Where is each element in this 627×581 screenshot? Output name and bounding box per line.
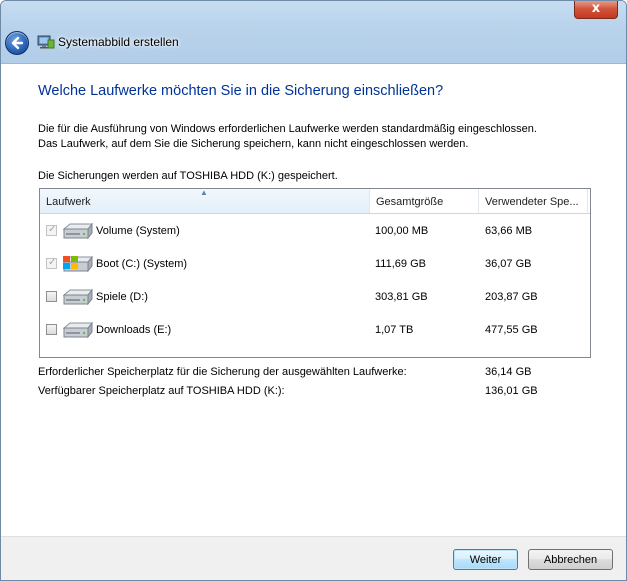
required-space-label: Erforderlicher Speicherplatz für die Sic… [38, 366, 407, 378]
required-space-value: 36,14 GB [485, 366, 532, 378]
save-location-info: Die Sicherungen werden auf TOSHIBA HDD (… [38, 170, 338, 182]
column-header-used-space[interactable]: Verwendeter Spe... [479, 189, 588, 213]
row-checkbox[interactable]: ✓ [46, 257, 57, 269]
cancel-button[interactable]: Abbrechen [528, 549, 613, 570]
table-row[interactable]: ✓ Volume (System) 100,00 MB 63,66 MB [40, 217, 590, 245]
checkmark-icon: ✓ [48, 257, 57, 268]
close-button[interactable]: x [574, 1, 618, 19]
list-header: Laufwerk ▲ Gesamtgröße Verwendeter Spe..… [40, 189, 590, 214]
next-button[interactable]: Weiter [453, 549, 518, 570]
drive-icon [62, 222, 94, 240]
drive-used-space: 36,07 GB [485, 258, 532, 270]
drive-list[interactable]: Laufwerk ▲ Gesamtgröße Verwendeter Spe..… [39, 188, 591, 358]
available-space-value: 136,01 GB [485, 385, 538, 397]
drive-name: Boot (C:) (System) [96, 258, 188, 270]
table-row[interactable]: Spiele (D:) 303,81 GB 203,87 GB [40, 283, 590, 311]
available-space-label: Verfügbarer Speicherplatz auf TOSHIBA HD… [38, 385, 285, 397]
checkmark-icon: ✓ [48, 224, 57, 235]
table-row[interactable]: Downloads (E:) 1,07 TB 477,55 GB [40, 316, 590, 344]
description: Die für die Ausführung von Windows erfor… [38, 122, 537, 152]
sort-ascending-icon: ▲ [200, 188, 208, 197]
button-bar: Weiter Abbrechen [1, 536, 626, 580]
drive-name: Volume (System) [96, 225, 180, 237]
drive-icon [62, 288, 94, 306]
windows-drive-icon [62, 255, 94, 273]
drive-used-space: 63,66 MB [485, 225, 533, 237]
drive-used-space: 477,55 GB [485, 324, 538, 336]
drive-name: Spiele (D:) [96, 291, 148, 303]
dialog-window: x Systemabbild erstellen Welche Laufwerk… [0, 0, 627, 581]
description-line-1: Die für die Ausführung von Windows erfor… [38, 123, 537, 135]
column-header-total-size[interactable]: Gesamtgröße [370, 189, 479, 213]
row-checkbox[interactable] [46, 324, 57, 335]
window-title: Systemabbild erstellen [58, 35, 179, 49]
drive-name: Downloads (E:) [96, 324, 172, 336]
description-line-2: Das Laufwerk, auf dem Sie die Sicherung … [38, 138, 469, 150]
page-heading: Welche Laufwerke möchten Sie in die Sich… [38, 83, 444, 99]
drive-total-size: 1,07 TB [375, 324, 414, 336]
drive-total-size: 303,81 GB [375, 291, 428, 303]
back-arrow-icon [11, 36, 24, 50]
back-button[interactable] [5, 31, 29, 55]
title-bar: x Systemabbild erstellen [1, 1, 626, 64]
backup-app-icon [37, 35, 55, 49]
drive-used-space: 203,87 GB [485, 291, 538, 303]
drive-icon [62, 321, 94, 339]
drive-total-size: 100,00 MB [375, 225, 429, 237]
row-checkbox[interactable]: ✓ [46, 224, 57, 236]
table-row[interactable]: ✓ Boot (C:) (System) 111,69 GB 36,07 GB [40, 250, 590, 278]
drive-total-size: 111,69 GB [375, 258, 426, 270]
row-checkbox[interactable] [46, 291, 57, 302]
